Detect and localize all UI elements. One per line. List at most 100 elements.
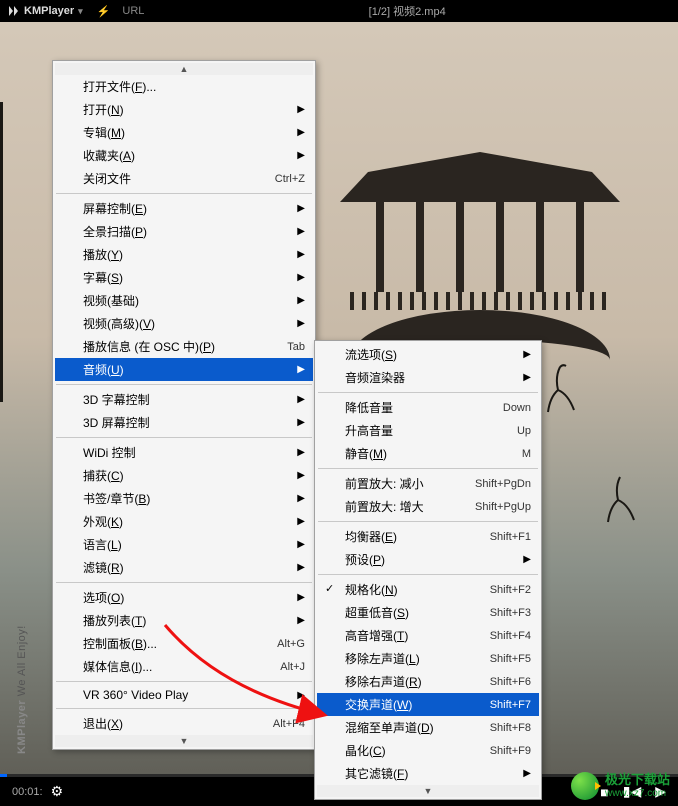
- menu-item-label: 滤镜(R): [83, 559, 289, 576]
- elapsed-time: 00:01:: [12, 786, 43, 798]
- settings-gear-icon[interactable]: ⚙: [51, 783, 64, 800]
- menu-item[interactable]: 播放列表(T)▶: [55, 609, 313, 632]
- menu-item[interactable]: 专辑(M)▶: [55, 121, 313, 144]
- menu-item[interactable]: 超重低音(S)Shift+F3: [317, 601, 539, 624]
- menu-item-label: 视频(基础): [83, 292, 289, 309]
- submenu-arrow-icon: ▶: [297, 516, 305, 527]
- menu-scroll-down[interactable]: ▼: [55, 735, 313, 747]
- menu-item[interactable]: 混缩至单声道(D)Shift+F8: [317, 716, 539, 739]
- menu-item[interactable]: 字幕(S)▶: [55, 266, 313, 289]
- menu-item-label: 退出(X): [83, 715, 257, 732]
- menu-item-label: 高音增强(T): [345, 627, 474, 644]
- menu-item[interactable]: ✓规格化(N)Shift+F2: [317, 578, 539, 601]
- menu-item-shortcut: Ctrl+Z: [275, 173, 305, 185]
- menu-item-shortcut: Shift+F3: [490, 607, 531, 619]
- menu-item[interactable]: 退出(X)Alt+F4: [55, 712, 313, 735]
- bolt-icon[interactable]: ⚡: [97, 5, 111, 18]
- menu-item[interactable]: 播放(Y)▶: [55, 243, 313, 266]
- menu-item[interactable]: 晶化(C)Shift+F9: [317, 739, 539, 762]
- watermark-site-url: www.xz7.com: [605, 788, 670, 799]
- menu-item[interactable]: 音频渲染器▶: [317, 366, 539, 389]
- menu-item-label: 全景扫描(P): [83, 223, 289, 240]
- menu-item[interactable]: 控制面板(B)...Alt+G: [55, 632, 313, 655]
- menu-item-label: 外观(K): [83, 513, 289, 530]
- menu-item-label: 3D 屏幕控制: [83, 414, 289, 431]
- menu-item-label: 控制面板(B)...: [83, 635, 261, 652]
- submenu-arrow-icon: ▶: [523, 554, 531, 565]
- menu-item[interactable]: 3D 字幕控制▶: [55, 388, 313, 411]
- submenu-arrow-icon: ▶: [297, 150, 305, 161]
- menu-item[interactable]: 打开(N)▶: [55, 98, 313, 121]
- menu-item-label: 关闭文件: [83, 170, 259, 187]
- submenu-arrow-icon: ▶: [297, 447, 305, 458]
- menu-item[interactable]: 预设(P) ▶: [317, 548, 539, 571]
- submenu-arrow-icon: ▶: [297, 295, 305, 306]
- menu-item-label: 语言(L): [83, 536, 289, 553]
- menu-item[interactable]: 打开文件(F)...: [55, 75, 313, 98]
- menu-item-label: VR 360° Video Play: [83, 688, 289, 702]
- menu-item[interactable]: 升高音量Up: [317, 419, 539, 442]
- menu-item[interactable]: 媒体信息(I)...Alt+J: [55, 655, 313, 678]
- menu-item-label: 前置放大: 增大: [345, 498, 459, 515]
- menu-item-label: 预设(P): [345, 551, 515, 568]
- watermark-site-name: 极光下载站: [605, 773, 670, 787]
- menu-item[interactable]: 交换声道(W)Shift+F7: [317, 693, 539, 716]
- menu-item[interactable]: 收藏夹(A) ▶: [55, 144, 313, 167]
- menu-separator: [56, 681, 312, 682]
- app-logo[interactable]: KMPlayer ▾: [8, 5, 83, 17]
- menu-item-shortcut: M: [522, 448, 531, 460]
- menu-item[interactable]: 语言(L)▶: [55, 533, 313, 556]
- submenu-arrow-icon: ▶: [297, 203, 305, 214]
- menu-separator: [318, 392, 538, 393]
- menu-item-shortcut: Up: [517, 425, 531, 437]
- menu-item[interactable]: WiDi 控制▶: [55, 441, 313, 464]
- menu-item[interactable]: 捕获(C)▶: [55, 464, 313, 487]
- menu-item-label: 屏幕控制(E): [83, 200, 289, 217]
- menu-item[interactable]: 选项(O)▶: [55, 586, 313, 609]
- url-button[interactable]: URL: [122, 5, 144, 17]
- menu-separator: [56, 582, 312, 583]
- menu-item[interactable]: 流选项(S)▶: [317, 343, 539, 366]
- menu-item-shortcut: Shift+PgUp: [475, 501, 531, 513]
- menu-scroll-down[interactable]: ▼: [317, 785, 539, 797]
- menu-item[interactable]: 前置放大: 增大 Shift+PgUp: [317, 495, 539, 518]
- menu1-body: 打开文件(F)...打开(N)▶专辑(M)▶ 收藏夹(A) ▶ 关闭文件 Ctrl+Z 屏…: [55, 75, 313, 735]
- menu-item[interactable]: 移除右声道(R)Shift+F6: [317, 670, 539, 693]
- menu-item[interactable]: 播放信息 (在 OSC 中)(P)Tab: [55, 335, 313, 358]
- submenu-arrow-icon: ▶: [297, 417, 305, 428]
- menu-item[interactable]: 前置放大: 减小Shift+PgDn: [317, 472, 539, 495]
- menu-item[interactable]: 音频(U)▶: [55, 358, 313, 381]
- decorative-branches: [0, 102, 60, 402]
- menu-item-label: 书签/章节(B): [83, 490, 289, 507]
- menu-scroll-up[interactable]: ▲: [55, 63, 313, 75]
- menu-item[interactable]: 全景扫描(P)▶: [55, 220, 313, 243]
- submenu-arrow-icon: ▶: [297, 272, 305, 283]
- menu-item[interactable]: 3D 屏幕控制 ▶: [55, 411, 313, 434]
- menu-item[interactable]: 屏幕控制(E) ▶: [55, 197, 313, 220]
- menu-item[interactable]: VR 360° Video Play▶: [55, 685, 313, 705]
- menu-item[interactable]: 视频(高级)(V)▶: [55, 312, 313, 335]
- menu-item-shortcut: Shift+F2: [490, 584, 531, 596]
- menu-item[interactable]: 视频(基础) ▶: [55, 289, 313, 312]
- menu-item[interactable]: 其它滤镜(F) ▶: [317, 762, 539, 785]
- submenu-arrow-icon: ▶: [297, 470, 305, 481]
- menu-item-label: 收藏夹(A): [83, 147, 289, 164]
- menu-item-shortcut: Shift+F8: [490, 722, 531, 734]
- app-menu-dropdown-icon[interactable]: ▾: [78, 6, 83, 17]
- submenu-arrow-icon: ▶: [297, 104, 305, 115]
- menu-item[interactable]: 移除左声道(L)Shift+F5: [317, 647, 539, 670]
- menu-item[interactable]: 高音增强(T)Shift+F4: [317, 624, 539, 647]
- submenu-arrow-icon: ▶: [523, 768, 531, 779]
- menu-item-label: 其它滤镜(F): [345, 765, 515, 782]
- menu-item[interactable]: 静音(M)M: [317, 442, 539, 465]
- audio-submenu: 流选项(S)▶音频渲染器▶ 降低音量Down升高音量Up静音(M)M 前置放大: 减…: [314, 340, 542, 800]
- submenu-arrow-icon: ▶: [297, 318, 305, 329]
- menu-item[interactable]: 书签/章节(B)▶: [55, 487, 313, 510]
- menu-item[interactable]: 关闭文件 Ctrl+Z: [55, 167, 313, 190]
- menu-separator: [56, 708, 312, 709]
- menu-item[interactable]: 均衡器(E)Shift+F1: [317, 525, 539, 548]
- menu-item[interactable]: 降低音量Down: [317, 396, 539, 419]
- menu-item[interactable]: 外观(K) ▶: [55, 510, 313, 533]
- menu-item[interactable]: 滤镜(R)▶: [55, 556, 313, 579]
- menu-item-label: 播放(Y): [83, 246, 289, 263]
